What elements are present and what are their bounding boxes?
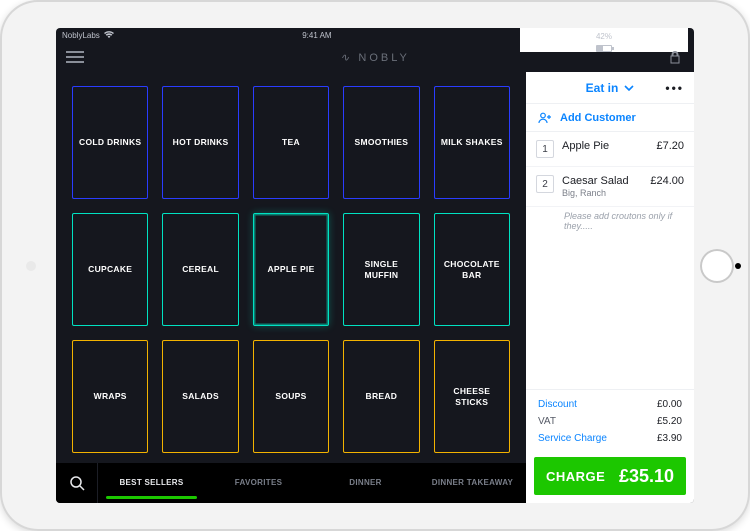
product-tile-label: APPLE PIE <box>267 264 314 275</box>
battery-icon <box>596 45 612 52</box>
product-tile[interactable]: CHEESE STICKS <box>434 340 510 453</box>
lock-button[interactable] <box>666 48 684 66</box>
discount-value: £0.00 <box>657 399 682 410</box>
menu-button[interactable] <box>66 51 84 63</box>
category-tab[interactable]: BEST SELLERS <box>98 463 205 503</box>
product-tile-label: CHEESE STICKS <box>439 386 505 407</box>
order-lines: 1 Apple Pie £7.20 2 Caesar SaladBig, Ranch £2… <box>526 132 694 389</box>
order-line-price: £24.00 <box>650 175 684 187</box>
product-tile-label: SINGLE MUFFIN <box>348 259 414 280</box>
product-tile-label: WRAPS <box>94 391 127 402</box>
order-type-label: Eat in <box>586 81 619 95</box>
product-tile[interactable]: HOT DRINKS <box>162 86 238 199</box>
order-type-select[interactable]: Eat in <box>586 81 635 95</box>
carrier-label: NoblyLabs <box>62 31 100 40</box>
category-label: DINNER TAKEAWAY <box>432 479 513 488</box>
vat-label: VAT <box>538 416 556 427</box>
category-tab[interactable]: DINNER TAKEAWAY <box>419 463 526 503</box>
product-tile[interactable]: SALADS <box>162 340 238 453</box>
order-line-name: Apple Pie <box>562 140 648 152</box>
wifi-icon <box>104 31 114 39</box>
add-customer-button[interactable]: Add Customer <box>526 104 694 132</box>
charge-button[interactable]: CHARGE £35.10 <box>534 457 686 495</box>
chevron-down-icon <box>624 85 634 91</box>
product-tile[interactable]: MILK SHAKES <box>434 86 510 199</box>
charge-amount: £35.10 <box>619 466 674 487</box>
order-line-name: Caesar Salad <box>562 175 642 187</box>
product-tile-label: BREAD <box>366 391 398 402</box>
product-tile[interactable]: SOUPS <box>253 340 329 453</box>
order-panel: Eat in ••• Add Customer 1 Apple Pie £7.20 2… <box>526 72 694 503</box>
product-tile[interactable]: CUPCAKE <box>72 213 148 326</box>
order-line-qty: 2 <box>536 175 554 193</box>
product-tile[interactable]: BREAD <box>343 340 419 453</box>
product-tile-label: SMOOTHIES <box>355 137 409 148</box>
battery-percent: 42% <box>596 32 612 41</box>
product-tile[interactable]: CHOCOLATE BAR <box>434 213 510 326</box>
product-tile-label: COLD DRINKS <box>79 137 141 148</box>
status-bar: NoblyLabs 9:41 AM 42% <box>56 28 694 42</box>
category-tab[interactable]: FAVORITES <box>205 463 312 503</box>
clock-label: 9:41 AM <box>114 31 520 40</box>
product-grid: COLD DRINKS HOT DRINKS TEA SMOOTHIES MILK SH… <box>68 80 514 453</box>
category-label: FAVORITES <box>235 479 282 488</box>
product-tile[interactable]: CEREAL <box>162 213 238 326</box>
order-line-qty: 1 <box>536 140 554 158</box>
product-tile-label: CUPCAKE <box>88 264 132 275</box>
product-tile-label: SALADS <box>182 391 219 402</box>
product-tile-label: CEREAL <box>182 264 219 275</box>
ipad-frame: NoblyLabs 9:41 AM 42% ∿ NOBLY <box>0 0 750 531</box>
order-line-mods: Big, Ranch <box>562 188 642 198</box>
category-label: BEST SELLERS <box>119 479 183 488</box>
device-side-sensor <box>735 263 741 269</box>
discount-button[interactable]: Discount <box>538 399 577 410</box>
product-tile-label: HOT DRINKS <box>173 137 229 148</box>
product-tile-label: TEA <box>282 137 300 148</box>
device-camera <box>26 261 36 271</box>
product-tile-label: CHOCOLATE BAR <box>439 259 505 280</box>
product-tile[interactable]: WRAPS <box>72 340 148 453</box>
order-note: Please add croutons only if they..... <box>526 207 694 241</box>
product-tile-label: MILK SHAKES <box>441 137 503 148</box>
search-button[interactable] <box>56 463 98 503</box>
order-line[interactable]: 1 Apple Pie £7.20 <box>526 132 694 167</box>
order-header: Eat in ••• <box>526 72 694 104</box>
category-tab[interactable]: DINNER <box>312 463 419 503</box>
person-add-icon <box>538 112 552 124</box>
order-totals: Discount £0.00 VAT £5.20 Service Charge … <box>526 389 694 457</box>
brand-logo: ∿ NOBLY <box>84 51 666 64</box>
screen: NoblyLabs 9:41 AM 42% ∿ NOBLY <box>56 28 694 503</box>
order-line-price: £7.20 <box>656 140 684 152</box>
product-tile[interactable]: SMOOTHIES <box>343 86 419 199</box>
product-tile[interactable]: SINGLE MUFFIN <box>343 213 419 326</box>
order-line[interactable]: 2 Caesar SaladBig, Ranch £24.00 <box>526 167 694 207</box>
product-area: COLD DRINKS HOT DRINKS TEA SMOOTHIES MILK SH… <box>56 72 526 503</box>
vat-value: £5.20 <box>657 416 682 427</box>
product-tile[interactable]: COLD DRINKS <box>72 86 148 199</box>
service-charge-button[interactable]: Service Charge <box>538 433 607 444</box>
charge-label: CHARGE <box>546 469 605 484</box>
product-tile-label: SOUPS <box>275 391 306 402</box>
more-button[interactable]: ••• <box>665 81 684 95</box>
product-tile[interactable]: APPLE PIE <box>253 213 329 326</box>
service-charge-value: £3.90 <box>657 433 682 444</box>
category-bar: BEST SELLERS FAVORITES DINNER DINNER TAKEAW… <box>56 463 526 503</box>
product-tile[interactable]: TEA <box>253 86 329 199</box>
category-label: DINNER <box>349 479 381 488</box>
add-customer-label: Add Customer <box>560 112 636 124</box>
home-button[interactable] <box>700 249 734 283</box>
